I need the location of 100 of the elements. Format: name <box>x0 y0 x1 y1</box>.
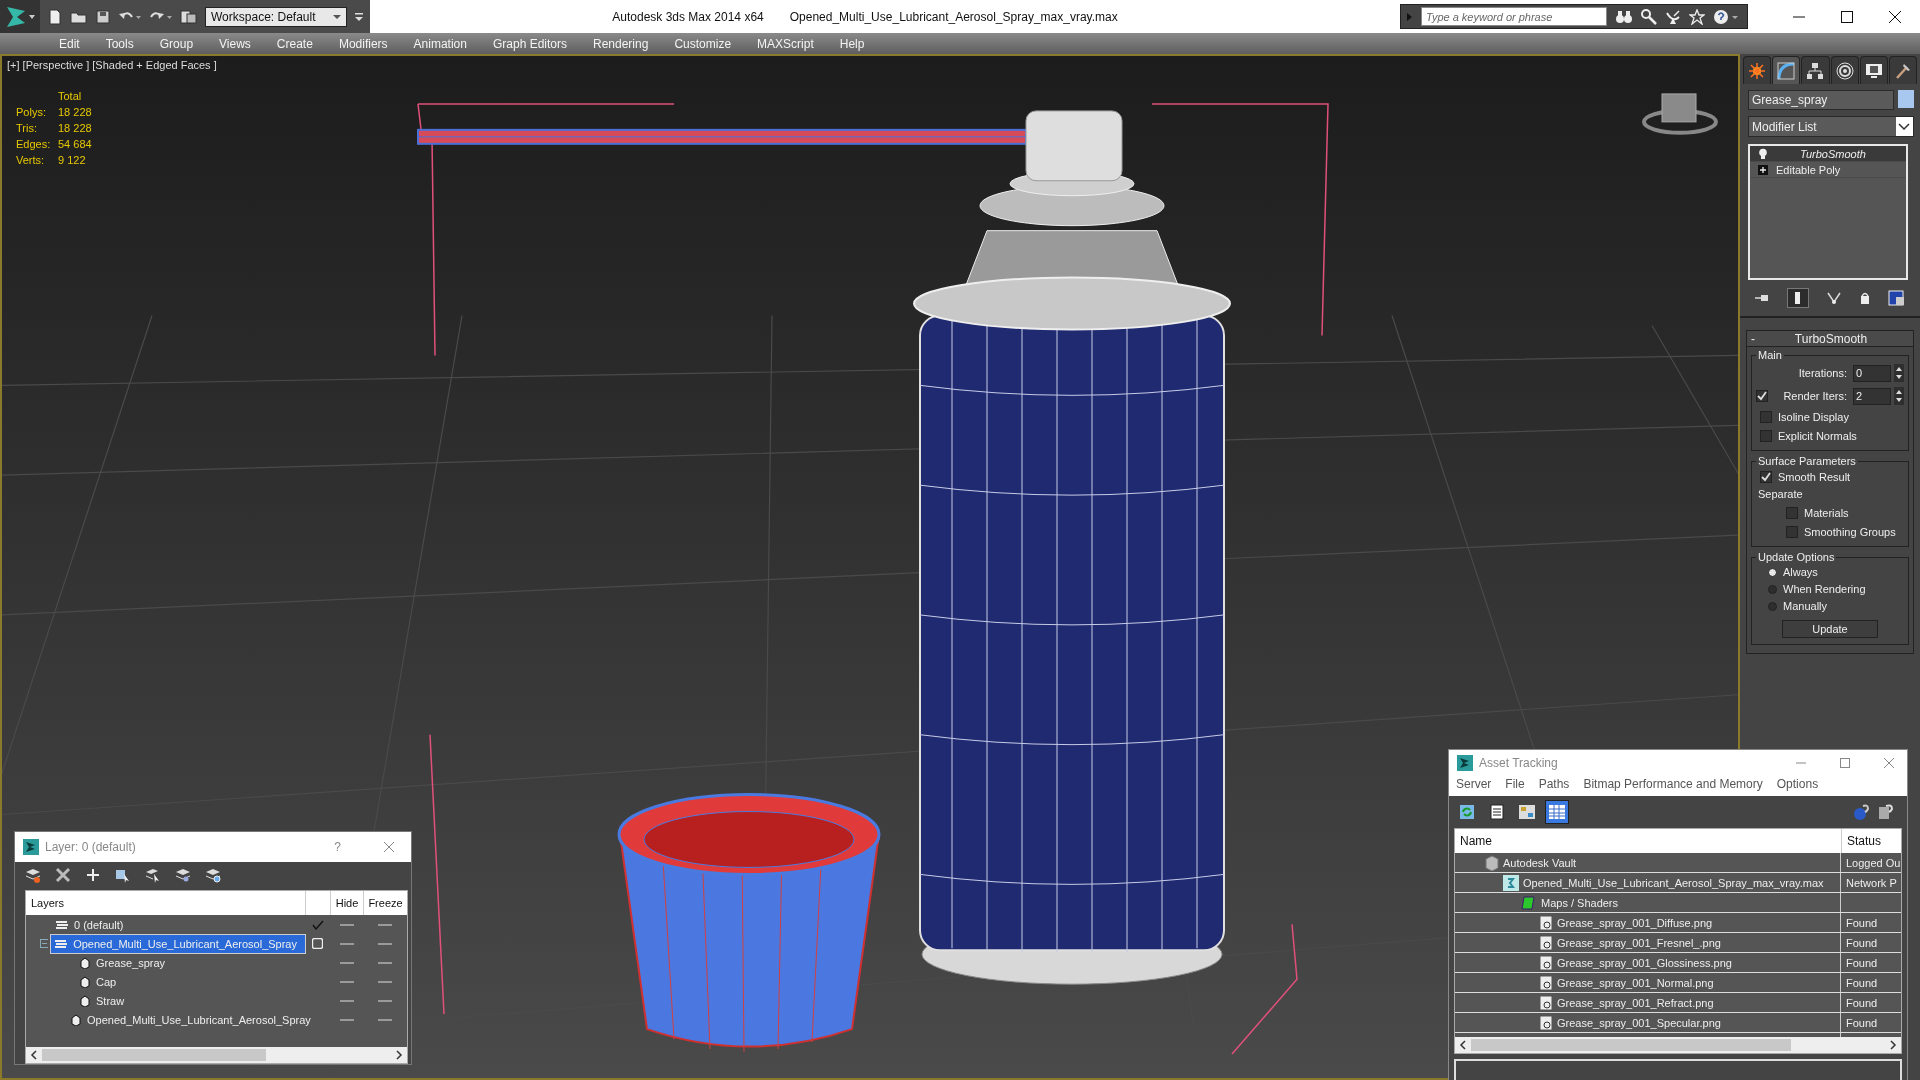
help-icon[interactable] <box>1877 803 1895 822</box>
menu-item[interactable]: Group <box>146 36 207 51</box>
spinner-arrows-icon[interactable] <box>1894 387 1904 405</box>
menu-item[interactable]: Rendering <box>580 36 662 51</box>
number-field[interactable]: 0 <box>1853 364 1891 382</box>
asset-name[interactable]: Grease_spray_001_Normal.png <box>1557 976 1714 989</box>
checkbox[interactable] <box>1760 430 1772 442</box>
layer-item[interactable]: Opened_Multi_Use_Lubricant_Aerosol_Spray <box>67 1010 319 1029</box>
asset-name[interactable]: Grease_spray_001_Diffuse.png <box>1557 916 1713 929</box>
caret-icon[interactable] <box>333 13 341 20</box>
help-globe-icon[interactable] <box>1853 803 1871 822</box>
checkbox[interactable] <box>1756 390 1768 402</box>
scroll-left-icon[interactable] <box>30 1050 38 1060</box>
checkmark-icon[interactable] <box>311 919 324 930</box>
panel-tab[interactable] <box>1859 56 1888 84</box>
radio-button[interactable] <box>1768 601 1777 611</box>
project-folder-icon[interactable] <box>180 8 198 25</box>
rollout-header[interactable]: - TurboSmooth <box>1746 330 1914 347</box>
search-field[interactable]: Type a keyword or phrase <box>1421 7 1607 26</box>
menu-item[interactable]: Paths <box>1538 777 1570 792</box>
select-layer-icon[interactable] <box>145 867 161 883</box>
menu-item[interactable]: Create <box>263 36 326 51</box>
menu-item[interactable]: Tools <box>92 36 147 51</box>
menu-item[interactable]: Graph Editors <box>479 36 580 51</box>
expand-icon[interactable] <box>1758 164 1768 175</box>
toolbar-button[interactable] <box>1545 800 1569 825</box>
toolbar-menu-icon[interactable] <box>354 10 364 23</box>
save-icon[interactable] <box>95 8 111 25</box>
highlight-layer-icon[interactable] <box>175 867 191 883</box>
radio-button[interactable] <box>1768 584 1777 594</box>
menu-item[interactable]: Customize <box>661 36 745 51</box>
plus-icon[interactable] <box>85 867 101 883</box>
checkbox[interactable] <box>1786 507 1798 519</box>
panel-tab[interactable] <box>1772 56 1801 84</box>
stack-item[interactable]: Editable Poly <box>1750 162 1906 178</box>
update-button[interactable]: Update <box>1782 620 1878 638</box>
satellite-icon[interactable] <box>1665 8 1681 25</box>
menu-item[interactable]: Edit <box>46 36 93 51</box>
horizontal-scrollbar[interactable] <box>1455 1036 1901 1053</box>
menu-item[interactable]: Options <box>1776 777 1819 792</box>
key-icon[interactable] <box>1641 8 1657 25</box>
radio-button[interactable] <box>1768 567 1777 577</box>
maximize-icon[interactable] <box>1840 9 1854 24</box>
checkbox[interactable] <box>1786 526 1798 538</box>
pin-icon[interactable] <box>1754 292 1771 304</box>
horizontal-scrollbar[interactable] <box>26 1047 407 1063</box>
collapse-icon[interactable] <box>40 939 49 948</box>
path-field[interactable] <box>1454 1058 1902 1080</box>
new-file-icon[interactable] <box>47 8 63 25</box>
asset-name[interactable]: Maps / Shaders <box>1541 896 1619 909</box>
checkbox[interactable] <box>1760 411 1772 423</box>
asset-name[interactable]: Grease_spray_001_Specular.png <box>1557 1016 1721 1029</box>
viewcube-icon[interactable] <box>1642 93 1718 135</box>
layer-item[interactable]: Grease_spray <box>76 953 174 972</box>
new-layer-icon[interactable] <box>25 867 41 883</box>
asset-name[interactable]: Grease_spray_001_Fresnel_.png <box>1557 936 1721 949</box>
help-button[interactable]: ? <box>334 840 377 854</box>
remove-modifier-icon[interactable] <box>1858 291 1871 305</box>
object-name-field[interactable]: Grease_spray <box>1748 90 1894 110</box>
menu-item[interactable]: Modifiers <box>325 36 401 51</box>
panel-tab[interactable] <box>1830 56 1859 84</box>
help-icon[interactable] <box>1713 8 1739 25</box>
menu-item[interactable]: Animation <box>400 36 480 51</box>
close-icon[interactable] <box>1888 9 1902 24</box>
scroll-right-icon[interactable] <box>1889 1039 1897 1050</box>
star-icon[interactable] <box>1689 8 1705 25</box>
caret-icon[interactable] <box>1896 117 1913 136</box>
layer-item[interactable]: 0 (default) <box>52 915 132 934</box>
column-header[interactable]: Layers <box>26 891 305 915</box>
layer-item[interactable]: Opened_Multi_Use_Lubricant_Aerosol_Spray <box>51 934 305 953</box>
show-end-result-icon[interactable] <box>1787 288 1810 308</box>
select-objects-icon[interactable] <box>115 867 131 883</box>
column-header[interactable]: Hide <box>330 891 363 915</box>
asset-name[interactable]: Grease_spray_001_Refract.png <box>1557 996 1714 1009</box>
menu-item[interactable]: Server <box>1456 777 1492 792</box>
menu-item[interactable]: File <box>1505 777 1525 792</box>
asset-name[interactable]: Autodesk Vault <box>1503 856 1577 869</box>
workspace-dropdown[interactable]: Workspace: Default <box>205 6 347 27</box>
delete-icon[interactable] <box>55 867 71 883</box>
spinner-arrows-icon[interactable] <box>1894 364 1904 382</box>
checkbox[interactable] <box>1760 471 1772 483</box>
application-button[interactable] <box>0 0 40 33</box>
layer-item[interactable]: Cap <box>76 972 125 991</box>
configure-sets-icon[interactable] <box>1887 290 1906 306</box>
number-field[interactable]: 2 <box>1853 387 1891 405</box>
object-color-swatch[interactable] <box>1898 90 1914 108</box>
binoculars-icon[interactable] <box>1615 8 1633 25</box>
scroll-left-icon[interactable] <box>1459 1039 1467 1050</box>
stack-item[interactable]: TurboSmooth <box>1750 146 1906 162</box>
panel-tab[interactable] <box>1888 56 1918 84</box>
scroll-right-icon[interactable] <box>395 1050 403 1060</box>
panel-tab[interactable] <box>1743 56 1772 84</box>
modifier-list-dropdown[interactable]: Modifier List <box>1748 116 1914 137</box>
column-header[interactable]: Status <box>1841 829 1901 854</box>
column-header[interactable]: Freeze <box>363 891 407 915</box>
panel-tab[interactable] <box>1801 56 1830 84</box>
unique-icon[interactable] <box>1826 291 1842 305</box>
menu-item[interactable]: MAXScript <box>744 36 827 51</box>
asset-name[interactable]: Grease_spray_001_Glossiness.png <box>1557 956 1732 969</box>
lightbulb-icon[interactable] <box>1758 147 1768 160</box>
